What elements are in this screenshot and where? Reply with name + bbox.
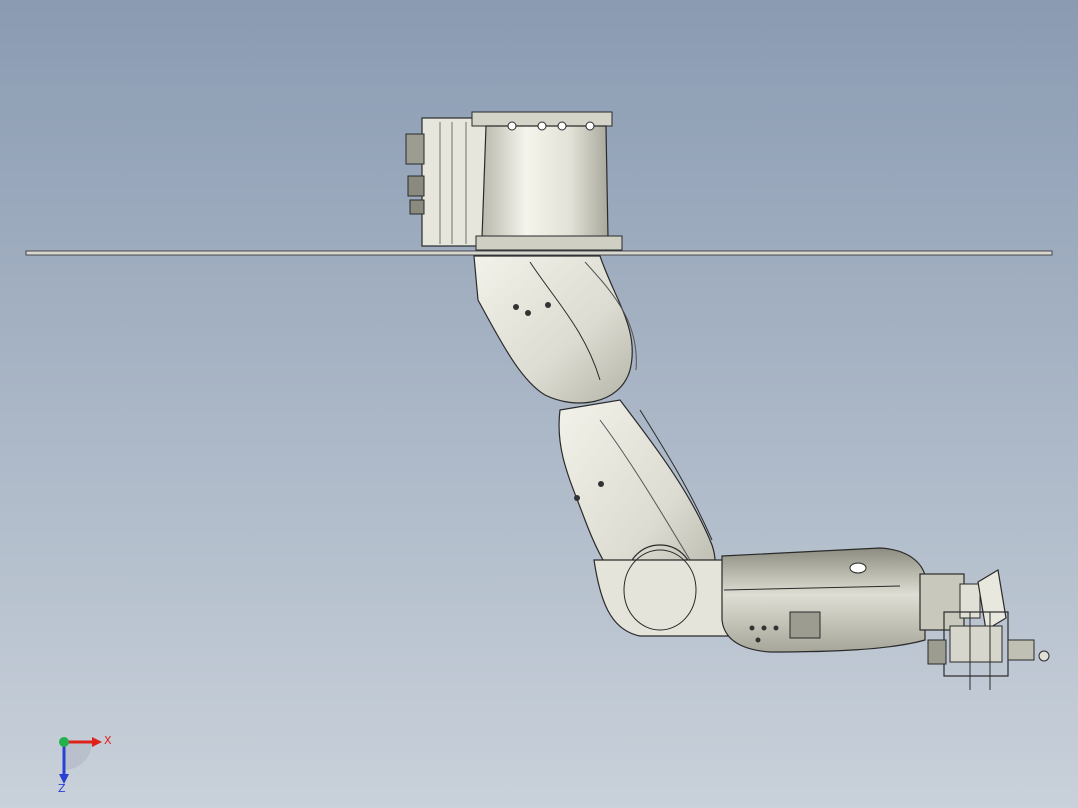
shoulder-link: [473, 255, 637, 404]
base-cylinder: [471, 111, 623, 251]
base-controller-box: [405, 117, 489, 247]
z-axis-label: Z: [58, 782, 66, 795]
y-axis-dot: [59, 737, 69, 747]
orientation-triad: X Z: [58, 734, 112, 795]
x-axis-arrowhead: [92, 737, 102, 747]
triad-shading: [64, 742, 92, 770]
mounting-plate: [25, 250, 1053, 256]
graphics-viewport[interactable]: X Z: [0, 0, 1078, 808]
robot-arm-model[interactable]: [0, 0, 1078, 808]
wrist-flange: [919, 569, 1007, 631]
elbow-joint: [593, 549, 729, 637]
x-axis-label: X: [104, 734, 112, 747]
forearm-link: [721, 547, 927, 653]
